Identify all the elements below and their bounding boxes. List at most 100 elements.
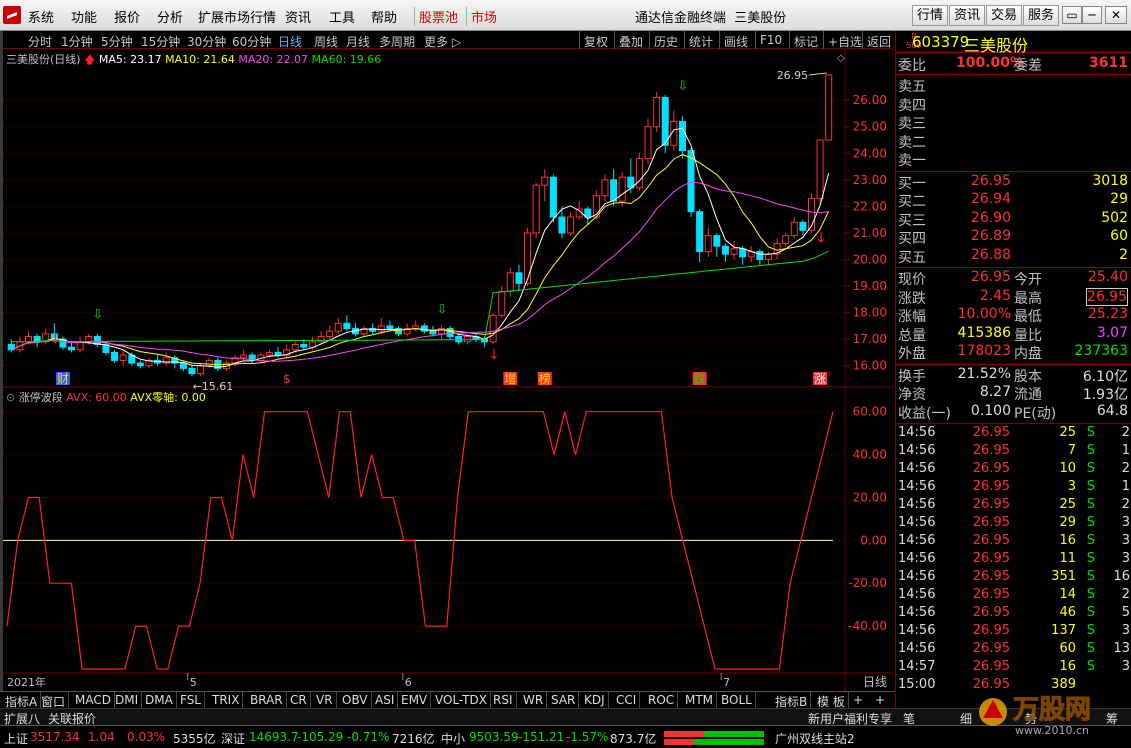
indicator-tab-20[interactable]: MTM xyxy=(682,692,718,708)
f10-button[interactable]: F10 xyxy=(755,31,786,49)
kline-chart[interactable]: 26.00 25.00 24.00 23.00 22.00 21.00 20.00 19.00… xyxy=(3,49,893,691)
indicator-tab-9[interactable]: VR xyxy=(313,692,337,708)
indicator-tab-11[interactable]: ASI xyxy=(372,692,399,708)
sz-amount: 7216亿 xyxy=(392,732,435,746)
tick-side: S xyxy=(1086,425,1095,440)
menu-ext-market[interactable]: 扩展市场行情 xyxy=(198,7,276,26)
menu-system[interactable]: 系统 xyxy=(28,7,54,26)
trade-button[interactable]: 交易 xyxy=(986,5,1023,26)
bid-volume: 29 xyxy=(1110,191,1128,207)
adjust-button[interactable]: 复权 xyxy=(579,31,612,49)
tf-1min[interactable]: 1分钟 xyxy=(61,33,93,50)
tick-row: 14:56 26.95 11 S 3 xyxy=(896,551,1131,569)
back-button[interactable]: 返回 xyxy=(862,31,895,49)
indicator-tab-16[interactable]: SAR xyxy=(548,692,580,708)
quote-button[interactable]: 行情 xyxy=(912,5,949,26)
quote-label: 外盘 xyxy=(898,346,926,362)
indicator-tab-23[interactable]: 模 板 xyxy=(814,692,849,709)
sell-arrow-icon: ⇩ xyxy=(437,302,448,317)
tick-count: 1 xyxy=(1121,443,1130,458)
indicator-tab-15[interactable]: WR xyxy=(520,692,548,708)
menu-function[interactable]: 功能 xyxy=(71,7,97,26)
candle-body xyxy=(300,343,308,348)
tf-15min[interactable]: 15分钟 xyxy=(141,33,180,50)
tf-daily[interactable]: 日线 xyxy=(278,33,302,50)
add-watchlist-button[interactable]: +自选 xyxy=(823,31,866,49)
indicator-tab-2[interactable]: MACD xyxy=(72,692,115,708)
bid-row: 买二 26.94 29 xyxy=(896,191,1131,210)
menu-quote[interactable]: 报价 xyxy=(114,7,140,26)
menu-analysis[interactable]: 分析 xyxy=(157,7,183,26)
indicator-tab-13[interactable]: VOL-TDX xyxy=(432,692,491,708)
quote-label: 现价 xyxy=(898,272,926,288)
zx-index: 9503.59 xyxy=(469,730,519,744)
stats-button[interactable]: 统计 xyxy=(684,31,717,49)
bid-volume: 502 xyxy=(1101,209,1128,226)
indicator-tab-1[interactable]: 窗口 xyxy=(38,692,70,709)
menu-tools[interactable]: 工具 xyxy=(329,7,355,26)
sh-amount: 5355亿 xyxy=(173,732,216,746)
menu-help[interactable]: 帮助 xyxy=(371,7,397,26)
overlay-button[interactable]: 叠加 xyxy=(614,31,647,49)
indicator-tab-12[interactable]: EMV xyxy=(398,692,432,708)
sell-arrow-icon: ⇩ xyxy=(92,308,103,323)
tf-more[interactable]: 更多 ▷ xyxy=(424,33,461,50)
close-icon[interactable]: ✕ xyxy=(1105,6,1127,24)
indicator-tab-22[interactable]: 指标B xyxy=(772,692,812,709)
event-marker: 财 xyxy=(57,372,69,386)
indicator-name[interactable]: 涨停波段 xyxy=(19,391,63,404)
restore-icon[interactable]: ▭ xyxy=(1062,6,1082,24)
mark-button[interactable]: 标记 xyxy=(789,31,822,49)
service-button[interactable]: 服务 xyxy=(1023,5,1060,26)
bid-row: 买四 26.89 60 xyxy=(896,228,1131,247)
indicator-tab-3[interactable]: DMI xyxy=(112,692,143,708)
indicator-tab-4[interactable]: DMA xyxy=(142,692,177,708)
tf-multi[interactable]: 多周期 xyxy=(379,33,415,50)
indicator-tab-10[interactable]: OBV xyxy=(339,692,372,708)
diamond-icon: ◇ xyxy=(837,53,845,64)
menu-stock-pool[interactable]: 股票池 xyxy=(414,7,458,26)
sh-percent: 0.03% xyxy=(127,730,166,744)
tick-time: 14:57 xyxy=(898,659,936,674)
indicator-tab-24[interactable]: + xyxy=(850,692,866,708)
indicator-tab-17[interactable]: KDJ xyxy=(581,692,609,708)
candle-body xyxy=(549,176,557,218)
tick-volume: 46 xyxy=(1059,605,1076,620)
stats-label: 净资 xyxy=(898,387,926,403)
tick-side: S xyxy=(1086,515,1095,530)
menu-market[interactable]: 市场 xyxy=(466,7,497,26)
watermark-logo: 万股网 www.2010.cn xyxy=(979,695,1092,737)
minimize-icon[interactable]: ─ xyxy=(1082,6,1102,24)
quote-panel: R 500 603379 三美股份 委比 100.00% 委差 3611 卖五 卖四 卖三 卖二… xyxy=(895,31,1131,708)
indicator-legend: ⊙ 涨停波段 AVX: 60.00 AVX零轴: 0.00 xyxy=(6,389,206,405)
tf-5min[interactable]: 5分钟 xyxy=(101,33,133,50)
indicator-tab-25[interactable]: + xyxy=(872,692,888,708)
bid-row: 买一 26.95 3018 xyxy=(896,173,1131,192)
indicator-tab-6[interactable]: TRIX xyxy=(209,692,244,708)
indicator-tab-0[interactable]: 指标A xyxy=(2,692,42,709)
indicator-tab-8[interactable]: CR xyxy=(287,692,311,708)
tf-monthly[interactable]: 月线 xyxy=(346,33,370,50)
tf-30min[interactable]: 30分钟 xyxy=(187,33,226,50)
indicator-tab-7[interactable]: BRAR xyxy=(247,692,287,708)
news-button[interactable]: 资讯 xyxy=(949,5,986,26)
tf-weekly[interactable]: 周线 xyxy=(314,33,338,50)
server-name[interactable]: 广州双线主站2 xyxy=(775,730,855,747)
indicator-tab-18[interactable]: CCI xyxy=(613,692,641,708)
price-tick-label: 20.00 xyxy=(853,253,887,267)
indicator-tab-19[interactable]: ROC xyxy=(645,692,679,708)
menu-news[interactable]: 资讯 xyxy=(285,7,311,26)
tf-tick[interactable]: 分时 xyxy=(28,33,52,50)
tick-price: 26.95 xyxy=(972,533,1010,548)
stats-label: 换手 xyxy=(898,368,926,385)
indicator-tab-14[interactable]: RSI xyxy=(490,692,517,708)
tick-volume: 16 xyxy=(1059,659,1076,674)
history-button[interactable]: 历史 xyxy=(649,31,682,49)
tf-60min[interactable]: 60分钟 xyxy=(232,33,271,50)
indicator-tab-5[interactable]: FSL xyxy=(177,692,205,708)
chevron-down-icon[interactable]: ⊙ xyxy=(6,391,15,404)
draw-button[interactable]: 画线 xyxy=(719,31,752,49)
indicator-tab-21[interactable]: BOLL xyxy=(718,692,756,708)
date-axis: 2021年5678日线 xyxy=(7,673,887,689)
ask-label: 卖四 xyxy=(898,97,926,114)
